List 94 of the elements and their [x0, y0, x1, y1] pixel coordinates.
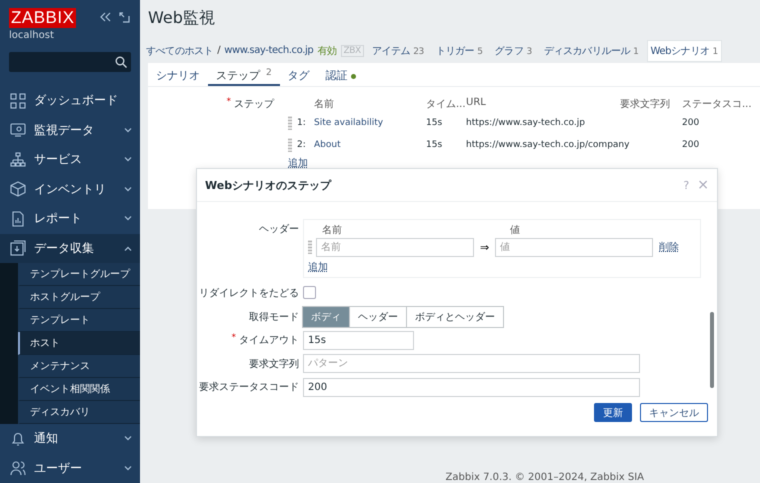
kiosk-icon[interactable]	[119, 12, 130, 23]
host-name: localhost	[9, 30, 55, 41]
box-icon	[10, 181, 26, 198]
collapse-icon[interactable]	[100, 12, 111, 22]
host-tab[interactable]: ディスカバリルール 1	[540, 40, 642, 62]
zabbix-logo: ZABBIX	[9, 8, 76, 28]
field-label: 要求文字列	[248, 358, 300, 371]
field-label: ヘッダー	[258, 223, 300, 236]
nav-item[interactable]: 通知	[0, 424, 140, 454]
column-header: URL	[466, 97, 487, 110]
search-icon	[115, 56, 127, 68]
step-link[interactable]: About	[314, 134, 426, 156]
dialog-title: Webシナリオのステップ	[205, 178, 332, 192]
update-button[interactable]: 更新	[594, 403, 632, 422]
status-label: 有効	[317, 44, 337, 58]
nav-item[interactable]: インベントリ	[0, 174, 140, 204]
nav-item[interactable]: サービス	[0, 145, 140, 174]
form-tab[interactable]: ステップ 2	[208, 63, 280, 86]
table-cell-text: https://www.say-tech.co.jp	[466, 117, 586, 130]
breadcrumb-link[interactable]: すべてのホスト	[146, 44, 214, 58]
nav-item[interactable]: ユーザー	[0, 454, 140, 483]
header-value-field[interactable]: 値	[495, 238, 654, 256]
submenu-item[interactable]: ディスカバリ	[18, 401, 140, 424]
field-label: * タイムアウト	[230, 333, 300, 348]
form-tab[interactable]: シナリオ	[148, 63, 208, 86]
chevron-down-icon	[124, 216, 132, 222]
field-label: * ステップ	[226, 97, 276, 112]
form-tab[interactable]: 認証	[318, 63, 364, 86]
submenu-item[interactable]: ホストグループ	[18, 286, 140, 309]
cancel-button[interactable]: キャンセル	[640, 403, 708, 422]
required-string-field[interactable]: パターン	[303, 354, 640, 374]
host-tab[interactable]: グラフ 3	[490, 40, 536, 62]
chevron-down-icon	[124, 186, 132, 192]
submenu-item[interactable]: メンテナンス	[18, 355, 140, 378]
submenu-item[interactable]: ホスト	[18, 332, 140, 355]
drag-handle[interactable]	[288, 116, 292, 130]
bell-icon	[10, 430, 26, 447]
hierarchy-icon	[10, 152, 26, 168]
table-cell-text: 200	[682, 139, 700, 152]
table-cell-text: 200	[682, 117, 700, 130]
host-tab[interactable]: トリガー 5	[432, 40, 487, 62]
step-number: 2:	[297, 140, 306, 150]
field-label: 取得モード	[248, 310, 300, 324]
chevron-up-icon	[124, 246, 132, 251]
table-cell-text: 15s	[426, 139, 444, 152]
search-field[interactable]	[9, 52, 131, 72]
submenu-item[interactable]: テンプレートグループ	[18, 263, 140, 286]
report-icon	[10, 210, 26, 227]
drag-handle[interactable]	[308, 240, 312, 254]
page-title: Web監視	[147, 7, 216, 29]
column-header: タイム...	[426, 98, 466, 112]
timeout-field[interactable]: 15s	[303, 330, 414, 350]
nav-item[interactable]: 監視データ	[0, 116, 140, 145]
host-tab[interactable]: アイテム 23	[368, 40, 428, 62]
submenu-item[interactable]: テンプレート	[18, 309, 140, 332]
drag-handle[interactable]	[288, 138, 292, 152]
column-header: 要求文字列	[620, 98, 671, 112]
column-header: 名前	[322, 224, 343, 237]
download-icon	[10, 240, 26, 256]
mode-option[interactable]: ヘッダー	[349, 306, 407, 328]
column-header: 名前	[314, 98, 335, 112]
chevron-down-icon	[124, 157, 132, 162]
field-label: 要求ステータスコード	[198, 380, 300, 394]
submenu-item[interactable]: イベント相関関係	[18, 378, 140, 401]
footer-text: Zabbix 7.0.3. © 2001–2024, Zabbix SIA	[444, 472, 645, 483]
chevron-down-icon	[124, 466, 132, 471]
step-number: 1:	[297, 118, 306, 128]
field-label: リダイレクトをたどる	[198, 286, 300, 300]
step-link[interactable]: Site availability	[314, 112, 426, 134]
add-link[interactable]: 追加	[288, 158, 308, 169]
status-code-field[interactable]: 200	[303, 378, 640, 397]
breadcrumb-link[interactable]: www.say-tech.co.jp	[224, 45, 314, 56]
column-header: ステータスコ...	[682, 98, 748, 112]
remove-link[interactable]: 削除	[659, 240, 680, 254]
nav-item[interactable]: データ収集	[0, 234, 140, 263]
users-icon	[10, 460, 26, 476]
form-tab[interactable]: タグ	[280, 63, 318, 86]
arrow-glyph: ⇒	[480, 240, 490, 254]
dashboard-icon	[10, 92, 26, 109]
chevron-down-icon	[124, 128, 132, 133]
nav-item[interactable]: レポート	[0, 204, 140, 234]
redirect-checkbox[interactable]	[303, 286, 316, 300]
table-cell-text: https://www.say-tech.co.jp/company	[466, 139, 630, 152]
chevron-down-icon	[124, 436, 132, 442]
table-cell-text: 15s	[426, 117, 444, 130]
header-name-field[interactable]: 名前	[316, 238, 474, 256]
zbx-badge: ZBX	[340, 44, 364, 56]
monitor-icon	[10, 122, 26, 138]
add-link[interactable]: 追加	[308, 262, 328, 273]
column-header: 値	[510, 224, 520, 237]
nav-item[interactable]: ダッシュボード	[0, 86, 140, 116]
mode-option[interactable]: ボディとヘッダー	[406, 306, 504, 328]
breadcrumb-separator: /	[217, 45, 220, 56]
host-tab[interactable]: Webシナリオ 1	[646, 40, 722, 62]
